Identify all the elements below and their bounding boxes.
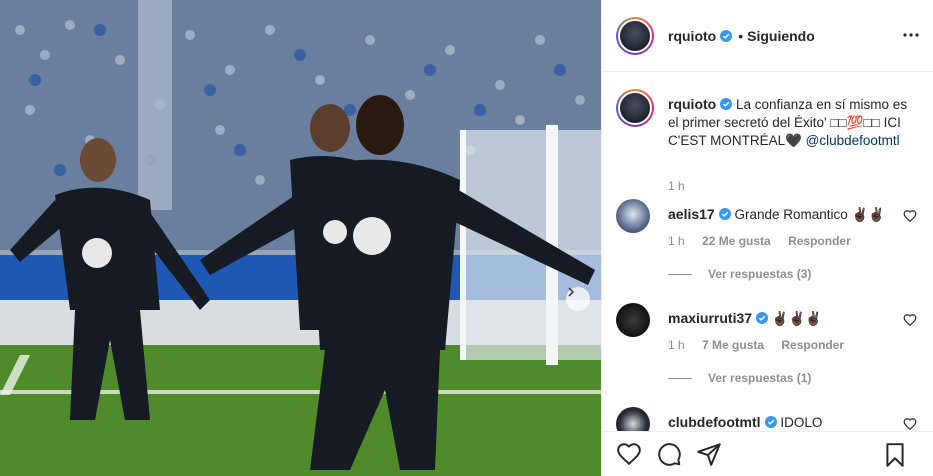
avatar[interactable]: [616, 16, 654, 55]
reply-button[interactable]: Responder: [788, 234, 851, 248]
view-replies-label: Ver respuestas (1): [708, 371, 812, 385]
separator-dot: •: [738, 27, 744, 44]
verified-badge-icon: [718, 208, 731, 220]
comment-text: ✌🏿✌🏿✌🏿: [771, 311, 823, 326]
view-replies-label: Ver respuestas (3): [708, 267, 812, 281]
caption-text: rquioto La confianza en sí mismo es el p…: [668, 95, 918, 150]
post-photo-illustration: [0, 0, 601, 476]
next-photo-button[interactable]: [566, 287, 590, 311]
comment-time[interactable]: 1 h: [668, 338, 685, 352]
comment-body: maxiurruti37 ✌🏿✌🏿✌🏿: [668, 309, 888, 328]
view-replies-button[interactable]: Ver respuestas (1): [668, 371, 811, 385]
verified-badge-icon: [720, 29, 733, 42]
post-header: rquioto • Siguiendo: [602, 0, 933, 72]
comment-time[interactable]: 1 h: [668, 234, 685, 248]
comment-meta: 1 h 7 Me gusta Responder: [668, 338, 858, 352]
heart-icon[interactable]: [903, 417, 917, 431]
view-replies-button[interactable]: Ver respuestas (3): [668, 267, 811, 281]
comment-text: IDOLO: [780, 415, 823, 430]
comments-list[interactable]: rquioto La confianza en sí mismo es el p…: [602, 73, 933, 431]
header-username[interactable]: rquioto: [668, 28, 716, 44]
avatar[interactable]: [616, 199, 650, 233]
avatar[interactable]: [616, 303, 650, 337]
avatar[interactable]: [616, 89, 654, 127]
bookmark-icon[interactable]: [882, 442, 908, 468]
replies-divider: [668, 377, 692, 379]
comment-likes[interactable]: 7 Me gusta: [702, 338, 764, 352]
caption-mention-link[interactable]: @clubdefootmtl: [806, 133, 900, 148]
verified-badge-icon: [764, 416, 777, 428]
comment-meta: 1 h 22 Me gusta Responder: [668, 234, 865, 248]
comment-username[interactable]: clubdefootmtl: [668, 414, 761, 430]
comment-icon[interactable]: [656, 441, 682, 467]
follow-status-button[interactable]: Siguiendo: [747, 28, 815, 44]
heart-icon[interactable]: [616, 441, 642, 467]
post-actions: [602, 431, 933, 476]
caption-time[interactable]: 1 h: [668, 179, 685, 193]
share-icon[interactable]: [696, 441, 722, 467]
avatar[interactable]: [616, 407, 650, 431]
verified-badge-icon: [720, 98, 733, 110]
comment-username[interactable]: aelis17: [668, 206, 715, 222]
reply-button[interactable]: Responder: [781, 338, 844, 352]
heart-icon[interactable]: [903, 313, 917, 327]
post-side-panel: rquioto • Siguiendo rquioto La confianza…: [601, 0, 933, 476]
comment-username[interactable]: maxiurruti37: [668, 310, 752, 326]
comment-body: clubdefootmtl IDOLO: [668, 413, 888, 431]
caption-username[interactable]: rquioto: [668, 96, 716, 112]
post-photo[interactable]: [0, 0, 601, 476]
more-horizontal-icon[interactable]: [902, 26, 920, 44]
chevron-right-icon: [568, 287, 575, 297]
comment-body: aelis17 Grande Romantico ✌🏿✌🏿: [668, 205, 888, 224]
comment-likes[interactable]: 22 Me gusta: [702, 234, 771, 248]
heart-icon[interactable]: [903, 209, 917, 223]
comment-text: Grande Romantico ✌🏿✌🏿: [734, 207, 886, 222]
replies-divider: [668, 273, 692, 275]
verified-badge-icon: [756, 312, 769, 324]
